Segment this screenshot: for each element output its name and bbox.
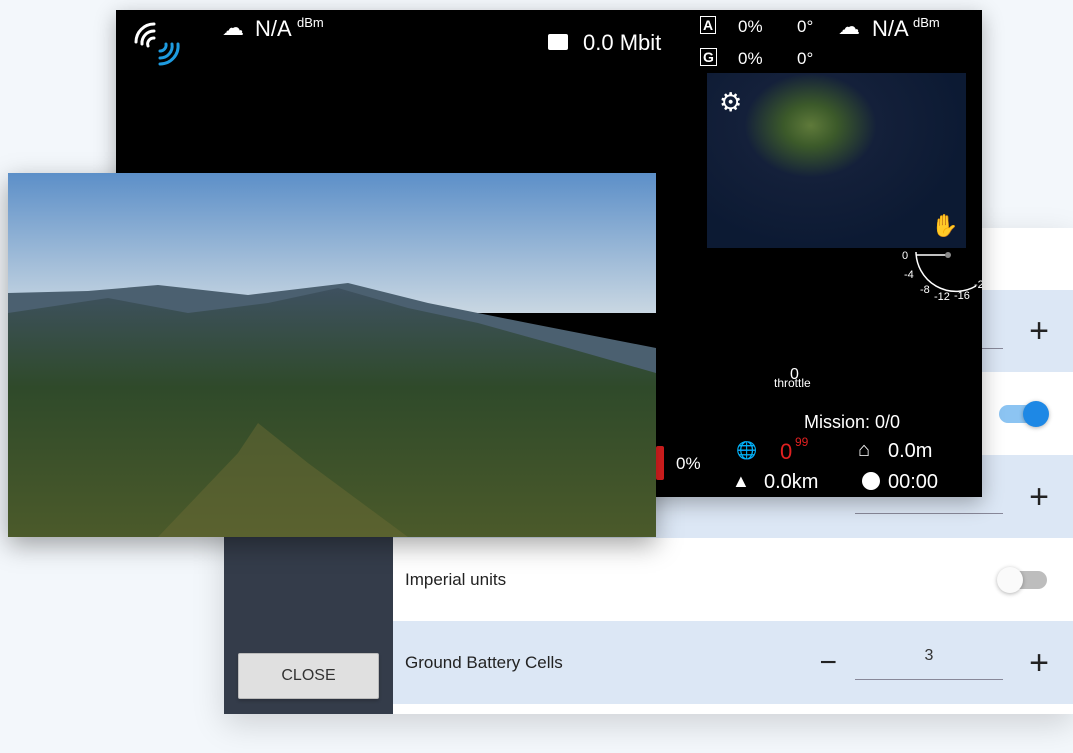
- gps-hdop: 99: [795, 435, 809, 449]
- home-distance: 0.0m: [888, 440, 933, 462]
- road-icon: ▲: [732, 471, 750, 491]
- toggle-switch[interactable]: [999, 400, 1049, 427]
- tx-signal: N/A: [872, 16, 909, 41]
- gps-sats: 0: [780, 439, 793, 464]
- home-icon: ⌂: [858, 439, 871, 461]
- air-cpu: 0%: [738, 17, 763, 36]
- video-camera-icon: [548, 34, 568, 50]
- settings-row-imperial: Imperial units: [393, 538, 1073, 621]
- plus-button[interactable]: +: [1029, 314, 1049, 348]
- battery-alert-icon: [656, 446, 664, 480]
- flight-time: 00:00: [888, 471, 939, 493]
- cloud-upload-icon: ☁: [838, 14, 860, 39]
- ground-chip-icon: G: [700, 48, 717, 66]
- air-temp: 0°: [797, 17, 814, 36]
- ground-temp: 0°: [797, 49, 814, 68]
- tx-unit: dBm: [913, 15, 940, 30]
- close-button[interactable]: CLOSE: [238, 653, 379, 699]
- vario-tick: -8: [920, 284, 930, 296]
- trip-distance: 0.0km: [764, 471, 819, 493]
- vario-tick: 0: [902, 250, 908, 262]
- vario-gauge: 0 -4 -8 -12 -16 -2: [902, 250, 982, 303]
- rx-unit: dBm: [297, 15, 324, 30]
- plus-button[interactable]: +: [1029, 646, 1049, 680]
- clock-icon: [862, 472, 880, 490]
- air-chip-icon: A: [700, 16, 717, 34]
- globe-icon: 🌐: [736, 441, 758, 460]
- cloud-download-icon: ☁: [222, 15, 244, 40]
- battery-cells-input[interactable]: 3: [855, 647, 1003, 680]
- hand-pan-icon[interactable]: ✋: [931, 213, 958, 239]
- throttle-label: throttle: [774, 376, 811, 390]
- battery-percent: 0%: [676, 454, 701, 473]
- video-bitrate: 0.0 Mbit: [583, 30, 662, 55]
- rx-signal: N/A: [255, 16, 292, 41]
- wifi-link-icon: [134, 22, 180, 66]
- vario-tick: -2: [974, 279, 982, 291]
- settings-row-battery-cells: Ground Battery Cells − 3 +: [393, 621, 1073, 704]
- video-feed: [8, 173, 656, 537]
- vario-tick: -16: [954, 290, 970, 302]
- plus-button[interactable]: +: [1029, 480, 1049, 514]
- minus-button[interactable]: −: [819, 647, 837, 678]
- battery-cells-label: Ground Battery Cells: [405, 652, 563, 672]
- vario-tick: -12: [934, 291, 950, 303]
- ground-cpu: 0%: [738, 49, 763, 68]
- mission-status: Mission: 0/0: [804, 412, 901, 432]
- imperial-units-label: Imperial units: [405, 569, 507, 589]
- mini-map[interactable]: ⚙ ✋: [707, 73, 966, 248]
- settings-gears-icon[interactable]: ⚙: [719, 87, 742, 118]
- aerial-video-image: [8, 173, 656, 537]
- vario-tick: -4: [904, 269, 914, 281]
- imperial-units-toggle[interactable]: [997, 566, 1047, 593]
